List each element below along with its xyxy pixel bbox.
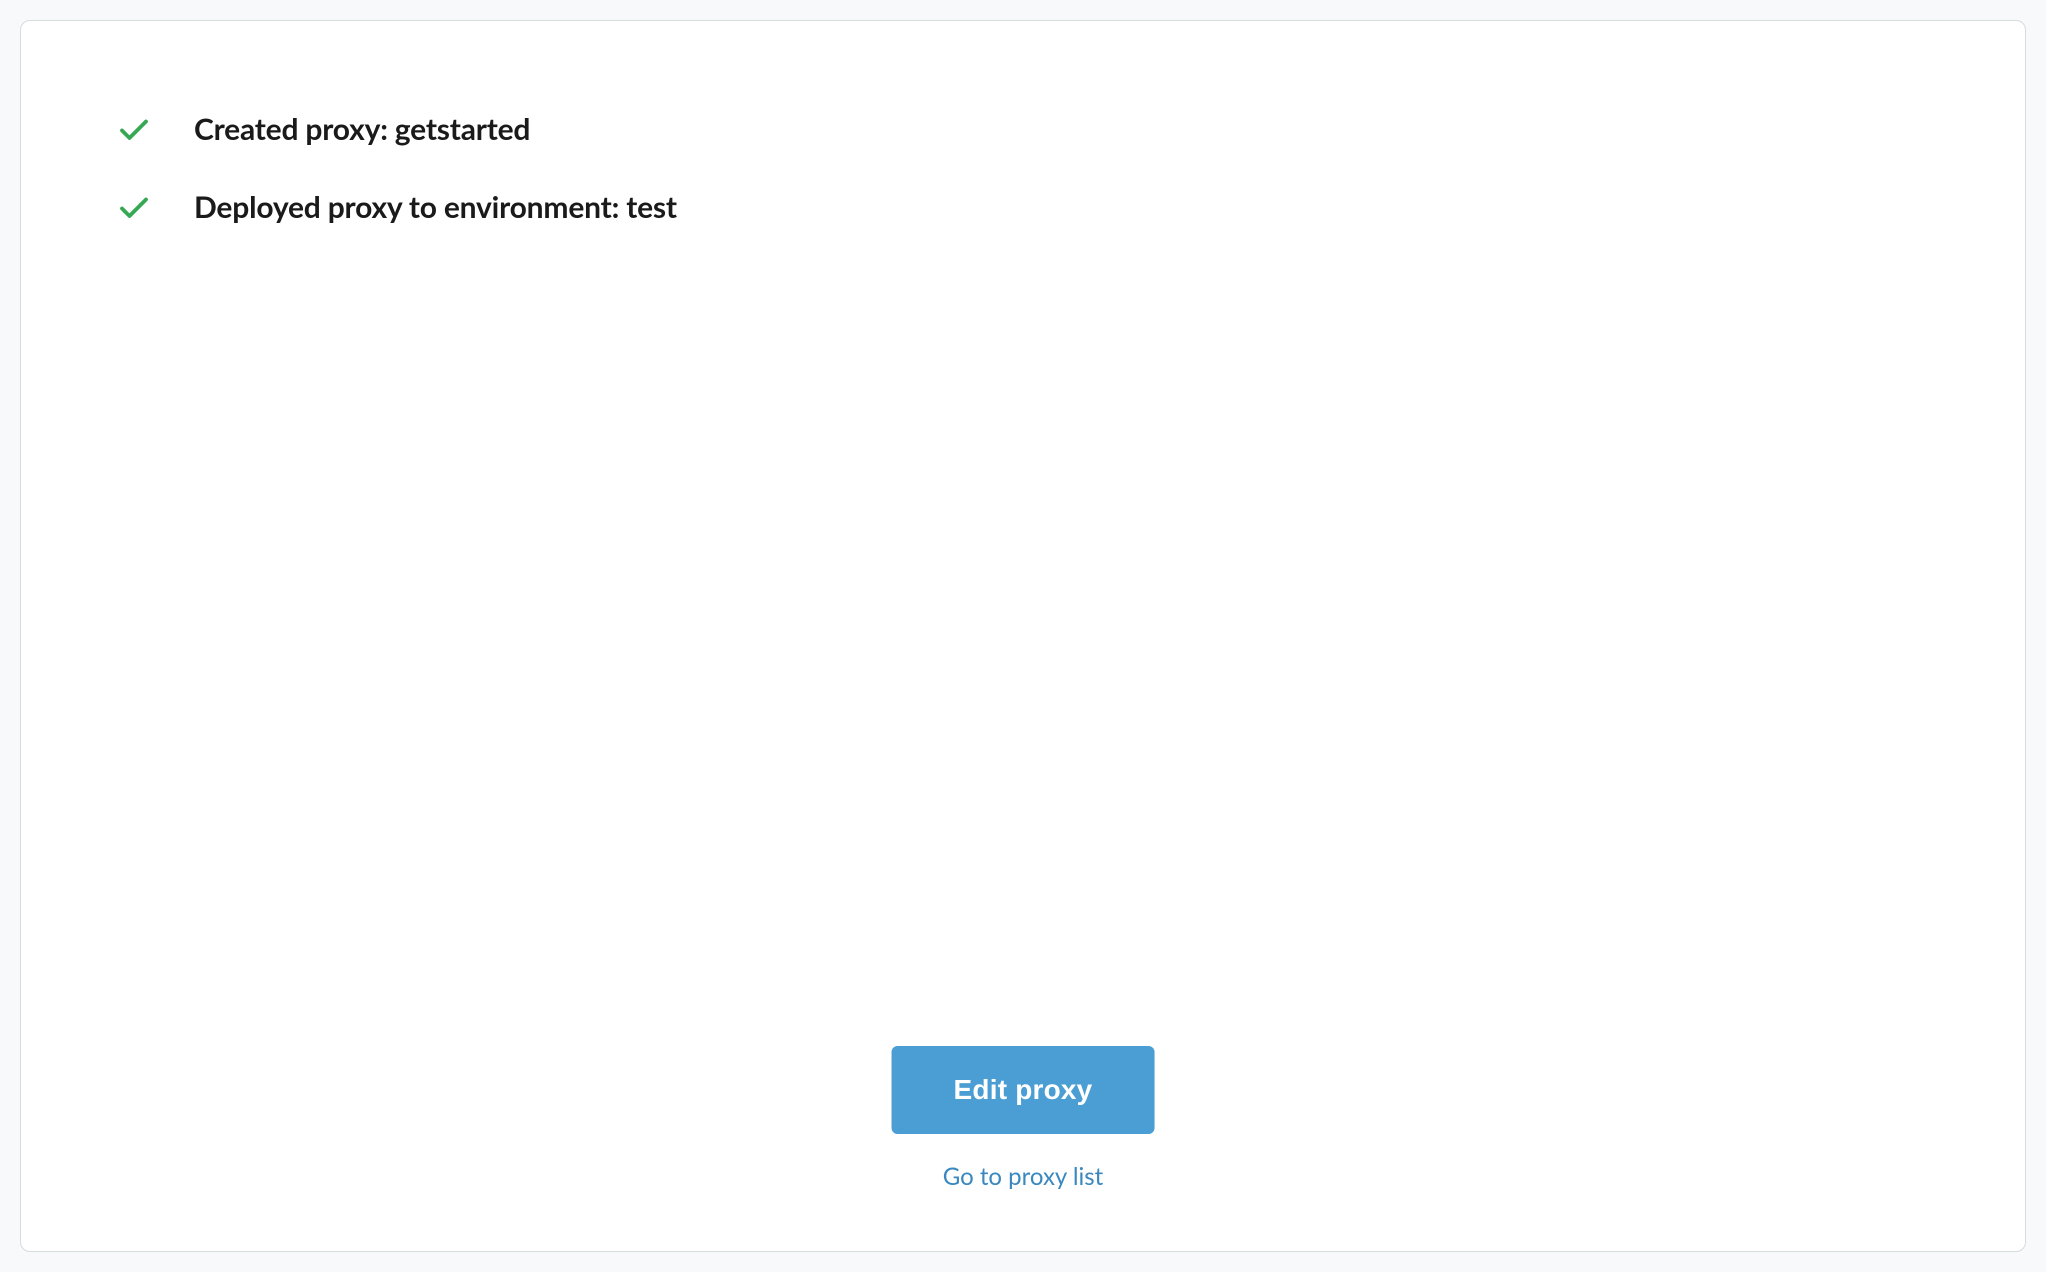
check-icon (116, 111, 152, 147)
status-text: Created proxy: getstarted (194, 111, 530, 147)
status-item-deployed: Deployed proxy to environment: test (116, 189, 1930, 225)
result-card: Created proxy: getstarted Deployed proxy… (20, 20, 2026, 1252)
status-list: Created proxy: getstarted Deployed proxy… (116, 111, 1930, 225)
edit-proxy-button[interactable]: Edit proxy (892, 1046, 1155, 1134)
status-item-created: Created proxy: getstarted (116, 111, 1930, 147)
check-icon (116, 189, 152, 225)
actions-container: Edit proxy Go to proxy list (892, 1046, 1155, 1191)
status-text: Deployed proxy to environment: test (194, 189, 677, 225)
go-to-proxy-list-link[interactable]: Go to proxy list (943, 1162, 1104, 1191)
